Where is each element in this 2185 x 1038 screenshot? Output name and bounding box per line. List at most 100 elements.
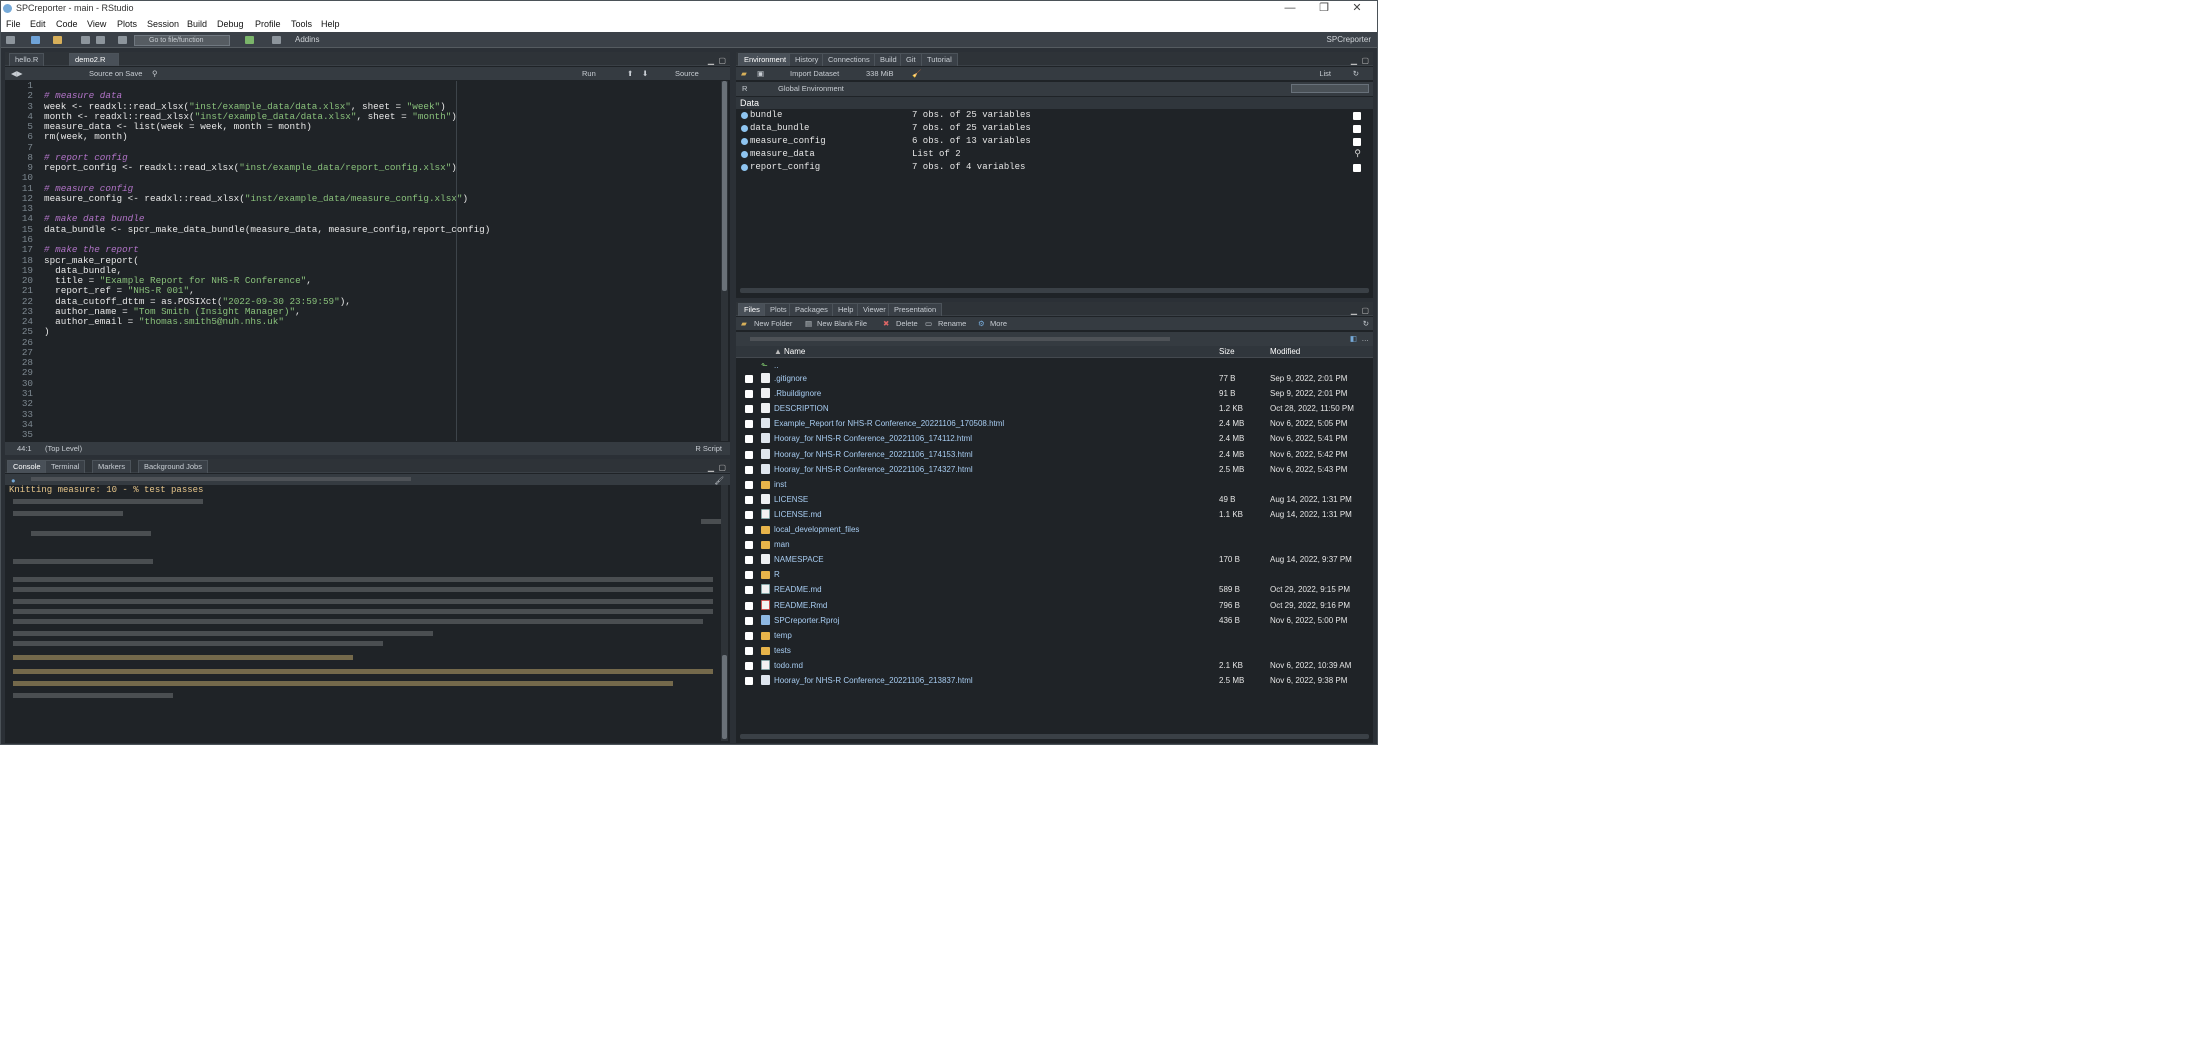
file-row[interactable]: local_development_files	[736, 522, 1373, 537]
file-checkbox[interactable]	[745, 495, 753, 504]
project-icon[interactable]: ◧	[1350, 332, 1357, 345]
minimize-pane-icon[interactable]: ▁	[708, 56, 714, 65]
magnifier-icon[interactable]: ⚲	[1354, 148, 1361, 161]
new-project-icon[interactable]	[31, 36, 40, 44]
pane-layout-icon[interactable]	[272, 36, 281, 44]
source-button[interactable]: Source	[675, 67, 699, 80]
file-name-link[interactable]: local_development_files	[774, 522, 859, 537]
file-checkbox[interactable]	[745, 556, 753, 565]
file-name-link[interactable]: SPCreporter.Rproj	[774, 613, 839, 628]
code-line[interactable]: )	[44, 327, 490, 337]
memory-usage[interactable]: 338 MiB	[866, 67, 894, 80]
file-row[interactable]: Hooray_for NHS-R Conference_20221106_213…	[736, 673, 1373, 688]
minimize-pane-icon[interactable]: ▁	[708, 463, 714, 472]
maximize-pane-icon[interactable]: ▢	[718, 56, 726, 65]
menu-help[interactable]: Help	[321, 16, 340, 32]
file-checkbox[interactable]	[745, 450, 753, 459]
file-checkbox[interactable]	[745, 526, 753, 534]
expand-icon[interactable]	[741, 164, 748, 171]
down-icon[interactable]: ⬇	[642, 67, 648, 80]
git-icon[interactable]	[245, 36, 254, 44]
close-icon[interactable]: ✕	[1342, 1, 1372, 16]
file-checkbox[interactable]	[745, 677, 753, 685]
new-blank-file-button[interactable]: New Blank File	[817, 317, 867, 330]
environment-search-input[interactable]	[1291, 84, 1369, 93]
tab-packages[interactable]: Packages	[789, 303, 834, 316]
editor-scrollbar[interactable]	[721, 81, 728, 441]
tab-console[interactable]: Console	[7, 460, 47, 473]
file-checkbox[interactable]	[745, 631, 753, 640]
file-name-link[interactable]: tests	[774, 643, 791, 658]
expand-icon[interactable]	[741, 112, 748, 119]
search-icon[interactable]: ⚲	[152, 67, 158, 80]
file-name-link[interactable]: README.md	[774, 582, 822, 597]
refresh-icon[interactable]: ↻	[1353, 67, 1359, 80]
scope-indicator[interactable]: (Top Level)	[45, 442, 82, 455]
more-menu[interactable]: More	[990, 317, 1007, 330]
source-on-save-label[interactable]: Source on Save	[89, 67, 142, 80]
file-name-link[interactable]: todo.md	[774, 658, 803, 673]
expand-icon[interactable]	[741, 151, 748, 158]
list-mode-menu[interactable]: List	[1319, 67, 1331, 80]
env-row[interactable]: measure_config 6 obs. of 13 variables	[736, 135, 1373, 148]
language-select[interactable]: R	[742, 82, 747, 95]
maximize-pane-icon[interactable]: ▢	[718, 463, 726, 472]
file-checkbox[interactable]	[745, 435, 753, 444]
file-name-link[interactable]: inst	[774, 477, 786, 492]
code-line[interactable]: data_bundle <- spcr_make_data_bundle(mea…	[44, 224, 490, 235]
file-row[interactable]: man	[736, 537, 1373, 552]
file-checkbox[interactable]	[745, 601, 753, 610]
file-name-link[interactable]: man	[774, 537, 790, 552]
file-checkbox[interactable]	[745, 405, 753, 414]
addins-menu[interactable]: Addins	[295, 32, 319, 48]
file-name-link[interactable]: README.Rmd	[774, 598, 827, 613]
file-name-link[interactable]: .gitignore	[774, 371, 807, 386]
code-line[interactable]: rm(week, month)	[44, 132, 490, 142]
file-name-link[interactable]: temp	[774, 628, 792, 643]
expand-icon[interactable]	[741, 138, 748, 145]
view-table-icon[interactable]	[1353, 112, 1361, 120]
code-line[interactable]: author_email = "thomas.smith5@nuh.nhs.uk…	[44, 316, 490, 327]
file-checkbox[interactable]	[745, 571, 753, 580]
file-name-link[interactable]: LICENSE.md	[774, 507, 822, 522]
more-path-icon[interactable]: …	[1362, 332, 1370, 345]
tab-build[interactable]: Build	[874, 53, 903, 66]
size-column-header[interactable]: Size	[1219, 346, 1235, 358]
file-checkbox[interactable]	[745, 465, 753, 474]
file-row[interactable]: tests	[736, 643, 1373, 658]
refresh-icon[interactable]: ↻	[1363, 317, 1369, 330]
file-row[interactable]: todo.md 2.1 KB Nov 6, 2022, 10:39 AM	[736, 658, 1373, 673]
menu-view[interactable]: View	[87, 16, 106, 32]
tab-background-jobs[interactable]: Background Jobs	[138, 460, 208, 473]
tab-connections[interactable]: Connections	[822, 53, 876, 66]
print-icon[interactable]	[118, 36, 127, 44]
file-name-link[interactable]: .Rbuildignore	[774, 386, 821, 401]
name-column-header[interactable]: Name	[784, 346, 805, 358]
rename-button[interactable]: Rename	[938, 317, 966, 330]
import-dataset-menu[interactable]: Import Dataset	[790, 67, 839, 80]
environment-hscrollbar[interactable]	[740, 288, 1369, 293]
file-row[interactable]: temp	[736, 628, 1373, 643]
file-name-link[interactable]: NAMESPACE	[774, 552, 824, 567]
maximize-pane-icon[interactable]: ▢	[1361, 56, 1369, 65]
run-button[interactable]: Run	[582, 67, 596, 80]
editor-scroll-thumb[interactable]	[722, 81, 727, 291]
file-name-link[interactable]: Hooray_for NHS-R Conference_20221106_174…	[774, 431, 972, 446]
env-row[interactable]: bundle 7 obs. of 25 variables	[736, 109, 1373, 122]
load-workspace-icon[interactable]: ▰	[741, 67, 747, 80]
tab-presentation[interactable]: Presentation	[888, 303, 943, 316]
save-workspace-icon[interactable]: ▣	[757, 67, 764, 80]
modified-column-header[interactable]: Modified	[1270, 346, 1300, 358]
file-checkbox[interactable]	[745, 616, 753, 625]
save-all-icon[interactable]	[96, 36, 105, 44]
project-menu[interactable]: SPCreporter	[1327, 32, 1371, 48]
menu-session[interactable]: Session	[147, 16, 179, 32]
tab-demo2-r[interactable]: demo2.R	[69, 53, 119, 66]
tab-viewer[interactable]: Viewer	[857, 303, 892, 316]
file-row[interactable]: .Rbuildignore 91 B Sep 9, 2022, 2:01 PM	[736, 386, 1373, 401]
file-row[interactable]: SPCreporter.Rproj 436 B Nov 6, 2022, 5:00 …	[736, 613, 1373, 628]
code-line[interactable]: measure_config <- readxl::read_xlsx("ins…	[44, 193, 490, 204]
file-name-link[interactable]: Hooray_for NHS-R Conference_20221106_174…	[774, 447, 973, 462]
file-row[interactable]: Hooray_for NHS-R Conference_20221106_174…	[736, 431, 1373, 446]
tab-environment[interactable]: Environment	[738, 53, 793, 66]
